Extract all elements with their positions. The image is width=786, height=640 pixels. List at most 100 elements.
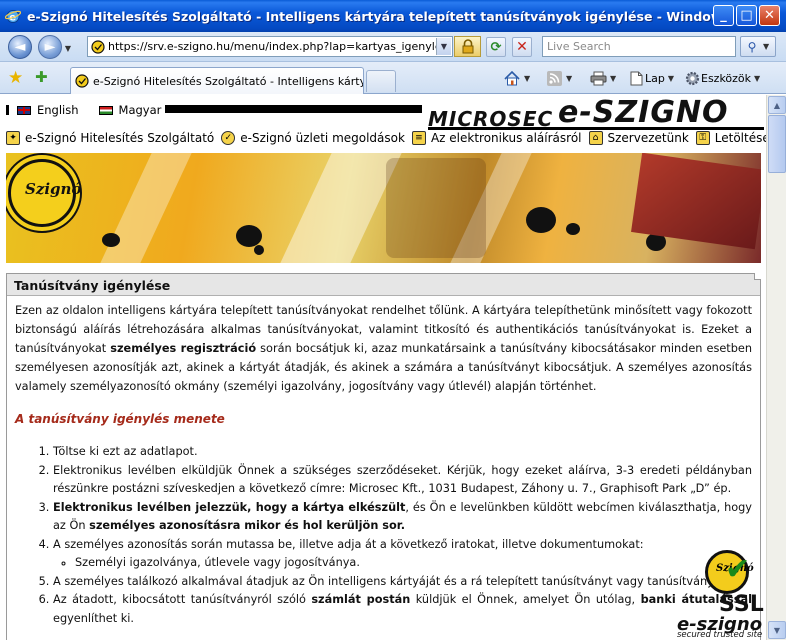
panel-body: Ezen az oldalon intelligens kártyára tel…	[7, 296, 760, 633]
menu-item-label: Szervezetünk	[607, 131, 689, 145]
chevron-down-icon: ▼	[754, 73, 761, 83]
scroll-down-arrow-icon[interactable]: ▼	[768, 621, 786, 639]
security-lock-button[interactable]	[454, 36, 481, 57]
search-button[interactable]: ⚲ ▼	[740, 36, 776, 57]
chevron-down-icon[interactable]: ▼	[763, 42, 769, 51]
menu-item-label: e-Szignó üzleti megoldások	[240, 131, 405, 145]
ink-splat	[566, 223, 580, 235]
content-panel: Tanúsítvány igénylése Ezen az oldalon in…	[6, 273, 761, 640]
step-text[interactable]: Töltse ki ezt az adatlapot.	[53, 445, 198, 458]
seal-text: Szignó	[25, 180, 82, 198]
sub-list: Személyi igazolványa, útlevele vagy jogo…	[53, 554, 752, 573]
header-banner: Szignó	[6, 153, 761, 263]
step-bold: személyes azonosításra mikor és hol kerü…	[89, 519, 406, 532]
tab-label: e-Szignó Hitelesítés Szolgáltató - Intel…	[93, 74, 364, 88]
active-tab[interactable]: e-Szignó Hitelesítés Szolgáltató - Intel…	[70, 67, 364, 94]
menu-item-uzleti[interactable]: ✓ e-Szignó üzleti megoldások	[221, 131, 405, 145]
menu-item-alairasrol[interactable]: ≡ Az elektronikus aláírásról	[411, 131, 582, 145]
printer-icon	[589, 69, 607, 87]
scroll-up-arrow-icon[interactable]: ▲	[768, 96, 786, 114]
list-item: Az átadott, kibocsátott tanúsítványról s…	[53, 591, 752, 628]
step-bold: Elektronikus levélben jelezzük, hogy a k…	[53, 500, 406, 514]
intro-paragraph: Ezen az oldalon intelligens kártyára tel…	[15, 301, 752, 396]
building-icon: ⌂	[588, 131, 603, 145]
vertical-scrollbar[interactable]: ▲ ▼	[766, 95, 786, 640]
ink-splat	[236, 225, 262, 247]
address-toolbar: ◄ ► ▼ https://srv.e-szigno.hu/menu/index…	[0, 32, 786, 62]
window-title: e-Szignó Hitelesítés Szolgáltató - Intel…	[27, 8, 717, 24]
language-english-link[interactable]: English	[17, 103, 79, 117]
home-icon	[503, 69, 521, 87]
forward-button[interactable]: ►	[38, 35, 62, 59]
szigno-seal-logo: Szignó	[8, 159, 81, 227]
address-url[interactable]: https://srv.e-szigno.hu/menu/index.php?l…	[108, 40, 447, 53]
seal-icon: ✓	[221, 131, 236, 145]
list-item: A személyes azonosítás során mutassa be,…	[53, 536, 752, 573]
padlock-icon	[462, 39, 473, 54]
page-menu[interactable]: Lap ▼	[627, 69, 674, 87]
section-heading: A tanúsítvány igénylés menete	[15, 412, 225, 426]
list-item: Elektronikus levélben elküldjük Önnek a …	[53, 462, 752, 499]
menu-item-hitelesites[interactable]: ✦ e-Szignó Hitelesítés Szolgáltató	[6, 131, 214, 145]
e-szigno-favicon-icon	[75, 74, 89, 88]
step-text: Elektronikus levélben elküldjük Önnek a …	[53, 463, 752, 496]
step-text: küldjük el Önnek, amelyet Ön utólag,	[410, 593, 641, 606]
list-item: A személyes találkozó alkalmával átadjuk…	[53, 573, 752, 592]
search-input[interactable]: Live Search	[542, 36, 736, 57]
chevron-down-icon[interactable]: ▼	[566, 74, 572, 83]
step-text: egyenlíthet ki.	[53, 611, 135, 625]
favorites-star-icon[interactable]: ★	[8, 68, 23, 88]
minimize-button[interactable]: _	[713, 5, 734, 26]
home-button[interactable]: ▼	[503, 69, 530, 87]
chevron-down-icon[interactable]: ▼	[610, 74, 616, 83]
address-bar[interactable]: https://srv.e-szigno.hu/menu/index.php?l…	[87, 36, 453, 57]
tools-menu[interactable]: Eszközök ▼	[683, 69, 760, 87]
refresh-button[interactable]: ⟳	[486, 37, 506, 57]
back-button[interactable]: ◄	[8, 35, 32, 59]
document-icon: ≡	[411, 131, 426, 145]
internet-explorer-icon: e	[5, 10, 21, 24]
microsec-e-szigno-logo[interactable]: MICROSEC e-SZIGNO	[428, 95, 764, 131]
language-hungarian-link[interactable]: Magyar	[98, 103, 161, 117]
maximize-button[interactable]: □	[736, 5, 757, 26]
add-favorite-icon[interactable]: ✚	[35, 68, 48, 86]
intro-bold: személyes regisztráció	[110, 342, 257, 355]
key-icon: ⚿	[695, 131, 710, 145]
close-button[interactable]: ✕	[759, 5, 780, 26]
list-item: Töltse ki ezt az adatlapot.	[53, 443, 752, 462]
hungary-flag-icon	[98, 105, 113, 115]
banner-light-streak	[280, 153, 402, 263]
tab-toolbar: ★ ✚ e-Szignó Hitelesítés Szolgáltató - I…	[0, 62, 786, 94]
main-menu: ✦ e-Szignó Hitelesítés Szolgáltató ✓ e-S…	[6, 129, 766, 147]
menu-item-szervezetunk[interactable]: ⌂ Szervezetünk	[588, 131, 689, 145]
checkmark-icon: ✔	[725, 552, 751, 587]
chip-card-shape	[386, 158, 486, 258]
list-item: Személyi igazolványa, útlevele vagy jogo…	[75, 554, 752, 573]
menu-item-label: e-Szignó Hitelesítés Szolgáltató	[25, 131, 215, 145]
list-item: Elektronikus levélben jelezzük, hogy a k…	[53, 499, 752, 536]
language-label: English	[37, 103, 79, 117]
page-icon	[627, 69, 645, 87]
chevron-down-icon: ▼	[667, 73, 675, 83]
chevron-down-icon[interactable]: ▼	[524, 74, 530, 83]
step-text: A személyes azonosítás során mutassa be,…	[53, 537, 644, 551]
logo-e-szigno: e-SZIGNO	[558, 95, 729, 130]
window-titlebar[interactable]: e e-Szignó Hitelesítés Szolgáltató - Int…	[0, 0, 786, 32]
ssl-secured-badge[interactable]: Szignó ✔ SSL e-szigno secured trusted si…	[675, 548, 767, 640]
e-szigno-favicon-icon	[91, 39, 105, 54]
scroll-thumb[interactable]	[768, 115, 786, 173]
menu-item-letoltesek[interactable]: ⚿ Letöltések	[695, 131, 766, 145]
print-button[interactable]: ▼	[589, 69, 616, 87]
stop-button[interactable]: ✕	[512, 37, 532, 57]
address-dropdown-icon[interactable]: ▼	[436, 38, 451, 55]
uk-flag-icon	[17, 105, 31, 115]
new-tab-button[interactable]	[366, 70, 396, 92]
step-text: Az átadott, kibocsátott tanúsítványról s…	[53, 593, 312, 606]
feeds-button[interactable]: ▼	[545, 69, 572, 87]
menu-item-label: Az elektronikus aláírásról	[430, 131, 582, 145]
tools-menu-label: Eszközök	[701, 71, 752, 85]
panel-title: Tanúsítvány igénylése	[7, 274, 760, 296]
gear-icon	[683, 69, 701, 87]
ink-splat	[102, 233, 120, 247]
recent-pages-dropdown[interactable]: ▼	[62, 42, 74, 54]
